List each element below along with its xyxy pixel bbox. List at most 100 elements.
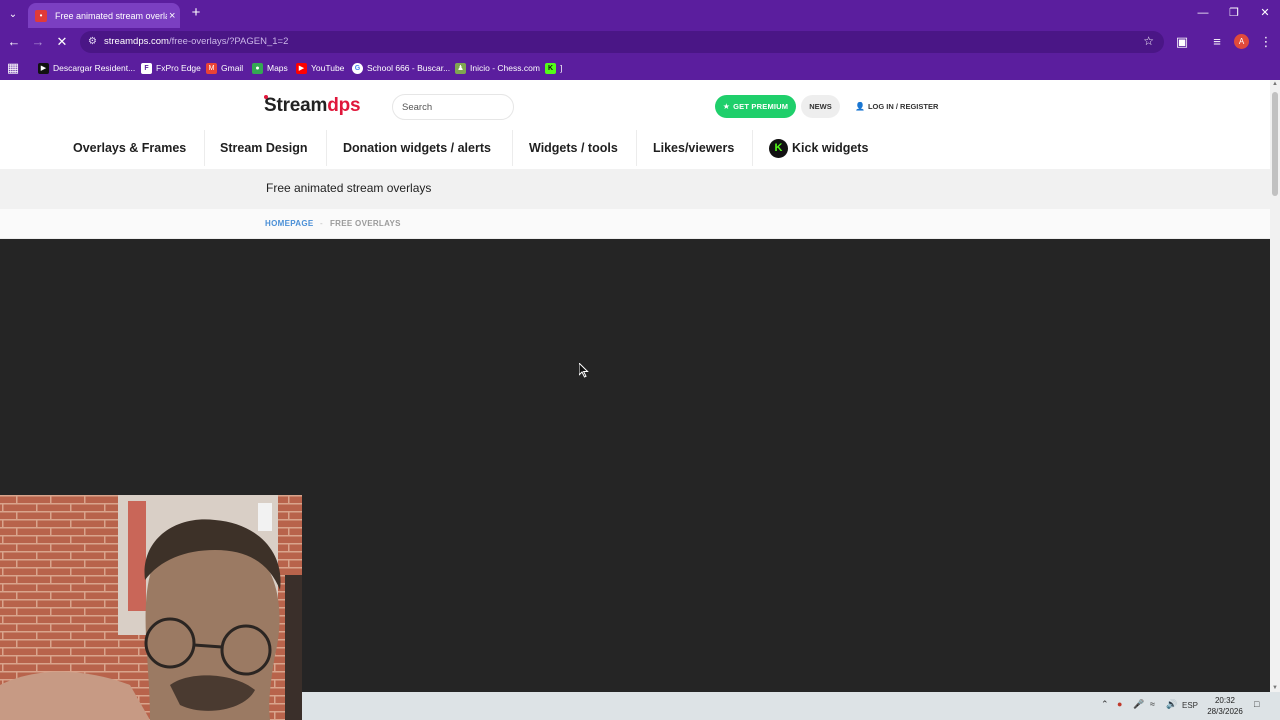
new-tab-plus-icon[interactable]: + [188, 5, 204, 21]
breadcrumb: HOMEPAGE - FREE OVERLAYS [0, 209, 1270, 239]
bookmark-item[interactable]: ▶ Descargar Resident... [38, 60, 135, 76]
language-indicator[interactable]: ESP [1182, 701, 1198, 710]
bookmark-item[interactable]: ▶ YouTube [296, 60, 344, 76]
url-path: /free-overlays/?PAGEN_1=2 [168, 36, 289, 47]
nav-stream-design[interactable]: Stream Design [220, 128, 308, 168]
google-icon: G [352, 62, 363, 74]
microphone-icon[interactable]: 🎤 [1133, 699, 1144, 710]
login-label: LOG IN / REGISTER [867, 102, 939, 111]
bookmarks-bar: ▦ ▶ Descargar Resident... F FxPro Edge M Gm… [0, 56, 1280, 80]
site-logo[interactable]: Streamdps [264, 95, 361, 117]
browser-tab-bar: ⌄ • Free animated stream overlays × + — … [0, 0, 1280, 28]
browser-menu-dots-icon[interactable]: ⋮ [1258, 34, 1274, 50]
active-tab[interactable]: • Free animated stream overlays × [28, 3, 180, 28]
bookmark-label: School 666 - Buscar... [367, 63, 451, 73]
bookmark-label: Descargar Resident... [53, 63, 136, 73]
clock-date: 28/3/2026 [1207, 707, 1243, 716]
logo-text: Stream [264, 95, 328, 116]
minimize-icon[interactable]: — [1188, 5, 1218, 21]
get-premium-button[interactable]: ★ GET PREMIUM [715, 95, 796, 118]
bookmark-label: Inicio - Chess.com [470, 63, 540, 73]
webcam-overlay [0, 495, 302, 720]
bookmark-label: Gmail [221, 63, 244, 73]
bookmark-item[interactable]: ♟ Inicio - Chess.com [455, 60, 540, 76]
bookmark-label: Maps [267, 63, 288, 73]
bookmark-favicon-icon: F [141, 62, 152, 74]
bookmark-label: YouTube [311, 63, 345, 73]
windows-taskbar: ⌃ ● 🎤 ≈ 🔊 ESP 20:32 28/3/2026 □ [302, 692, 1280, 720]
tab-search-chevron-icon[interactable]: ⌄ [4, 5, 22, 23]
clock-time: 20:32 [1214, 696, 1236, 705]
notifications-icon[interactable]: □ [1254, 699, 1259, 709]
nav-donation-widgets[interactable]: Donation widgets / alerts [343, 128, 491, 168]
screen: ⌄ • Free animated stream overlays × + — … [0, 0, 1280, 720]
page-title-band: Free animated stream overlays [0, 169, 1270, 209]
breadcrumb-separator: - [320, 219, 323, 228]
back-arrow-icon[interactable]: ← [6, 34, 22, 50]
stop-loading-icon[interactable]: ✕ [54, 34, 70, 50]
logo-dot [264, 95, 268, 99]
scrollbar-thumb[interactable] [1272, 92, 1278, 196]
tab-title: Free animated stream overlays [55, 10, 167, 21]
close-window-icon[interactable]: ✕ [1250, 5, 1280, 21]
scroll-down-arrow-icon[interactable]: ▼ [1270, 685, 1280, 691]
page-scrollbar[interactable]: ▲ ▼ [1270, 80, 1280, 692]
bookmark-item[interactable]: G School 666 - Buscar... [352, 60, 450, 76]
star-icon: ★ [722, 102, 731, 111]
bookmark-label: FxPro Edge [156, 63, 201, 73]
user-icon: 👤 [855, 102, 865, 111]
tray-overflow-chevron-icon[interactable]: ⌃ [1101, 699, 1109, 710]
breadcrumb-home-link[interactable]: HOMEPAGE [265, 219, 313, 228]
site-info-icon[interactable]: ⚙ [88, 35, 100, 49]
gmail-icon: M [206, 62, 217, 74]
profile-avatar[interactable]: A [1234, 34, 1249, 49]
tray-app-icon[interactable]: ● [1117, 699, 1122, 709]
main-nav: Overlays & Frames Stream Design Donation… [0, 128, 1270, 168]
forward-arrow-icon[interactable]: → [30, 34, 46, 50]
tab-favicon-icon: • [35, 9, 47, 22]
nav-divider [326, 130, 327, 166]
news-button[interactable]: NEWS [801, 95, 840, 118]
page-title: Free animated stream overlays [266, 181, 432, 195]
nav-overlays-frames[interactable]: Overlays & Frames [73, 128, 186, 168]
logo-accent: dps [327, 95, 361, 116]
nav-kick-label: Kick widgets [792, 141, 869, 155]
wifi-icon[interactable]: ≈ [1150, 699, 1155, 709]
nav-divider [204, 130, 205, 166]
bookmark-item[interactable]: F FxPro Edge [141, 60, 201, 76]
url-text[interactable]: streamdps.com/free-overlays/?PAGEN_1=2 [104, 31, 288, 53]
webcam-feed-image [0, 495, 302, 720]
breadcrumb-current: FREE OVERLAYS [330, 219, 401, 228]
login-register-link[interactable]: 👤 LOG IN / REGISTER [855, 95, 938, 118]
restore-icon[interactable]: ❐ [1219, 5, 1249, 21]
bookmark-item[interactable]: M Gmail [206, 60, 243, 76]
media-queue-icon[interactable]: ≡ [1209, 34, 1225, 50]
maps-icon: ● [252, 62, 263, 74]
kick-logo-icon: K [769, 139, 788, 159]
speaker-icon[interactable]: 🔊 [1166, 699, 1177, 710]
kick-icon: K [545, 62, 556, 74]
clock[interactable]: 20:32 28/3/2026 [1204, 695, 1246, 717]
browser-toolbar: ← → ✕ ⚙ streamdps.com/free-overlays/?PAG… [0, 28, 1280, 56]
tab-close-icon[interactable]: × [169, 10, 175, 22]
apps-grid-icon[interactable]: ▦ [5, 60, 21, 76]
scroll-up-arrow-icon[interactable]: ▲ [1270, 81, 1280, 87]
extensions-puzzle-icon[interactable]: ▣ [1174, 34, 1190, 50]
chess-pawn-icon: ♟ [455, 62, 466, 74]
bookmark-star-icon[interactable]: ☆ [1143, 34, 1154, 48]
mouse-cursor-icon [579, 363, 589, 378]
nav-divider [752, 130, 753, 166]
nav-divider [512, 130, 513, 166]
nav-widgets-tools[interactable]: Widgets / tools [529, 128, 618, 168]
search-input[interactable] [392, 94, 514, 120]
bookmark-label: ] [560, 63, 563, 73]
nav-likes-viewers[interactable]: Likes/viewers [653, 128, 734, 168]
bookmark-favicon-icon: ▶ [38, 62, 49, 74]
nav-kick-widgets[interactable]: K Kick widgets [769, 128, 868, 168]
youtube-icon: ▶ [296, 62, 307, 74]
bookmark-item[interactable]: K] [545, 60, 562, 76]
bookmark-item[interactable]: ● Maps [252, 60, 288, 76]
address-bar[interactable]: ⚙ streamdps.com/free-overlays/?PAGEN_1=2… [80, 31, 1164, 53]
premium-label: GET PREMIUM [733, 102, 789, 111]
url-domain: streamdps.com [104, 36, 169, 47]
